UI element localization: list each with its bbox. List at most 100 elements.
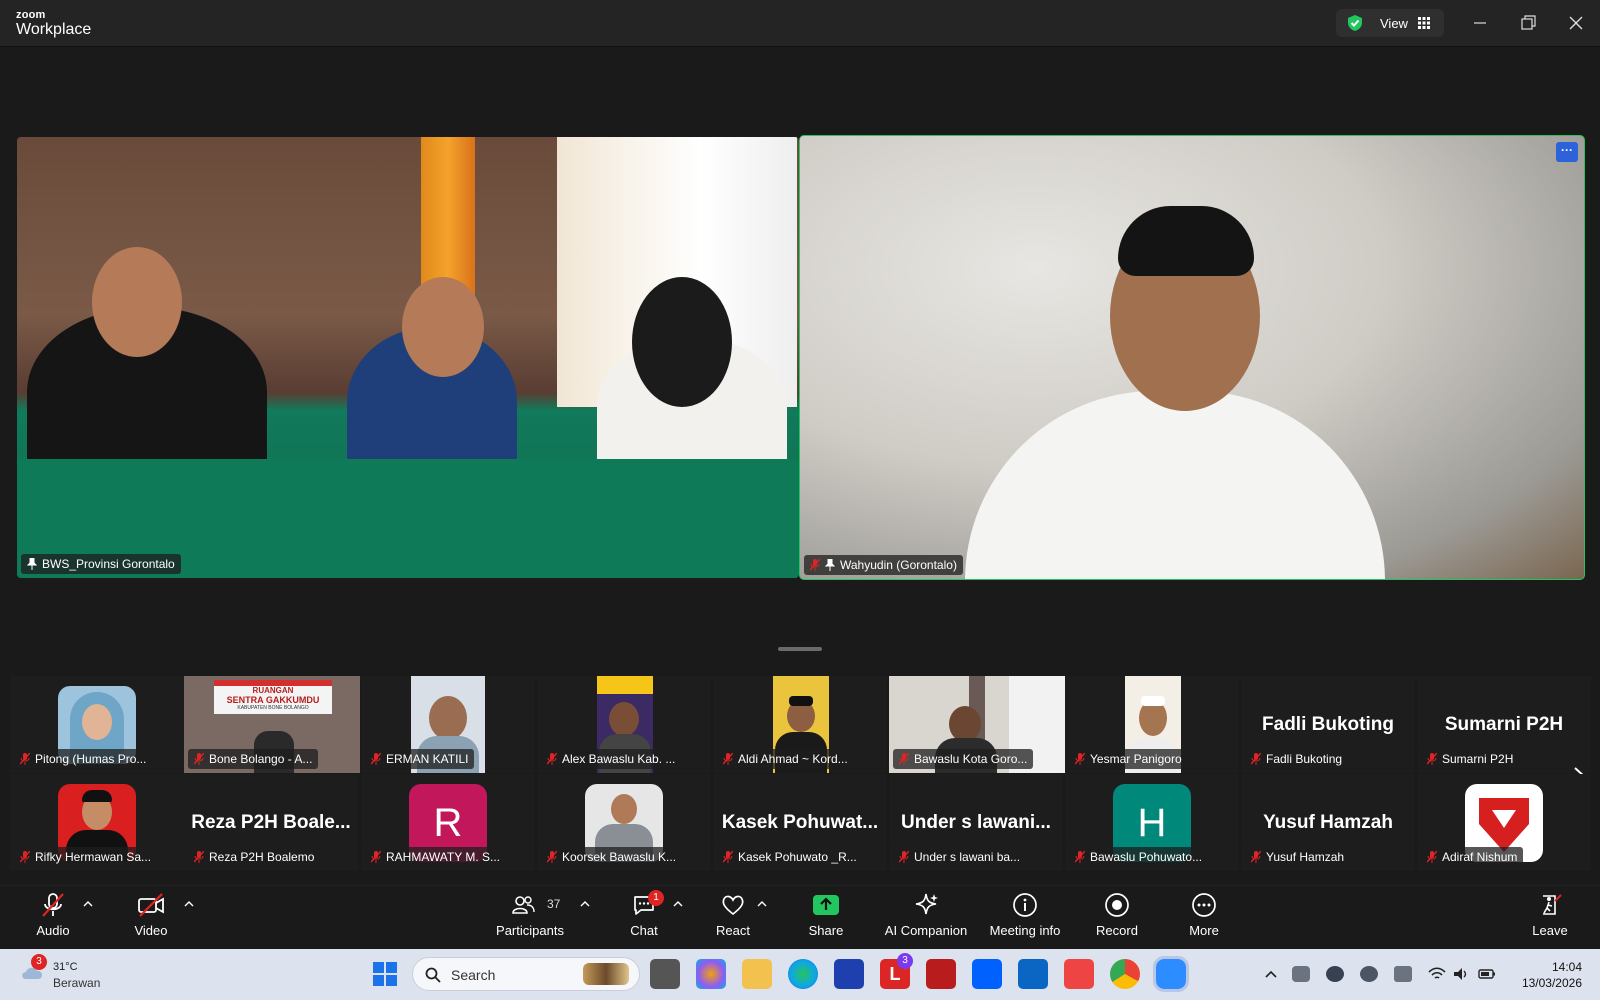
- person-right-hijab: [632, 277, 732, 407]
- participant-name: Koorsek Bawaslu K...: [562, 850, 677, 864]
- view-button[interactable]: View: [1336, 9, 1444, 37]
- participant-tile[interactable]: Yusuf Hamzah Yusuf Hamzah: [1241, 774, 1415, 871]
- audio-options-caret-icon[interactable]: [83, 900, 93, 908]
- video-tile-main-1[interactable]: BWS_Provinsi Gorontalo: [17, 137, 799, 578]
- cloud-sync-icon[interactable]: [1326, 966, 1344, 982]
- participant-tile[interactable]: Pitong (Humas Pro...: [10, 676, 184, 773]
- tile-name-label: BWS_Provinsi Gorontalo: [21, 554, 181, 574]
- system-clock[interactable]: 14:04 13/03/2026: [1506, 959, 1582, 991]
- record-button[interactable]: Record: [1072, 892, 1162, 944]
- gallery-resize-handle[interactable]: [778, 647, 822, 651]
- video-options-caret-icon[interactable]: [184, 900, 194, 908]
- leave-exit-icon: [1543, 894, 1562, 915]
- video-button[interactable]: Video: [106, 892, 196, 944]
- participant-tile[interactable]: Alex Bawaslu Kab. ...: [537, 676, 711, 773]
- participant-tile[interactable]: H Bawaslu Pohuwato...: [1065, 774, 1239, 871]
- mic-muted-icon: [20, 753, 30, 765]
- more-button[interactable]: More: [1159, 892, 1249, 944]
- minimize-icon[interactable]: [1469, 12, 1491, 34]
- taskbar-search[interactable]: Search: [412, 957, 640, 991]
- speaker-hair: [1118, 206, 1254, 276]
- share-button[interactable]: Share: [781, 892, 871, 944]
- participant-tile[interactable]: Aldi Ahmad ~ Kord...: [713, 676, 887, 773]
- participant-name: Bawaslu Kota Goro...: [914, 752, 1028, 766]
- participants-options-caret-icon[interactable]: [580, 900, 590, 908]
- pen-icon[interactable]: [1394, 966, 1412, 982]
- participants-icon: [512, 896, 535, 914]
- dropbox-icon[interactable]: [972, 959, 1002, 989]
- edge-browser-icon[interactable]: [788, 959, 818, 989]
- participant-tile[interactable]: Fadli Bukoting Fadli Bukoting: [1241, 676, 1415, 773]
- record-icon: [1105, 893, 1129, 917]
- task-view-icon[interactable]: [650, 959, 680, 989]
- participant-tile[interactable]: Under s lawani... Under s lawani ba...: [889, 774, 1063, 871]
- ai-companion-button[interactable]: AI Companion: [876, 892, 976, 944]
- participant-name-label: Reza P2H Boalemo: [188, 847, 321, 867]
- mic-muted-icon: [20, 851, 30, 863]
- participant-name: Pitong (Humas Pro...: [35, 752, 147, 766]
- copilot-icon[interactable]: [696, 959, 726, 989]
- mic-muted-icon: [899, 851, 909, 863]
- video-label: Video: [134, 923, 168, 938]
- participant-tile[interactable]: Rifky Hermawan Sa...: [10, 774, 184, 871]
- leave-button[interactable]: Leave: [1505, 892, 1595, 944]
- mic-muted-icon: [194, 851, 204, 863]
- chrome-icon[interactable]: [1110, 959, 1140, 989]
- microsoft-store-icon[interactable]: [834, 959, 864, 989]
- app-logo: zoom Workplace: [16, 9, 91, 39]
- chevron-up-icon[interactable]: [1262, 966, 1280, 982]
- wps-office-icon[interactable]: [1064, 959, 1094, 989]
- participants-count: 37: [547, 897, 561, 911]
- meeting-info-label: Meeting info: [989, 923, 1061, 938]
- participant-tile[interactable]: RUANGAN SENTRA GAKKUMDU KABUPATEN BONE B…: [184, 676, 360, 773]
- wifi-icon[interactable]: [1428, 966, 1446, 982]
- person-left-head: [92, 247, 182, 357]
- battery-icon[interactable]: [1478, 966, 1496, 982]
- participant-tile[interactable]: Kasek Pohuwat... Kasek Pohuwato _R...: [713, 774, 887, 871]
- restore-icon[interactable]: [1517, 12, 1539, 34]
- close-icon[interactable]: [1565, 12, 1587, 34]
- mic-muted-icon: [42, 893, 64, 917]
- volume-icon[interactable]: [1452, 966, 1470, 982]
- zoom-taskbar-icon[interactable]: [1153, 956, 1189, 992]
- participant-tile[interactable]: Adiraf Nishum: [1417, 774, 1591, 871]
- participant-name: Yusuf Hamzah: [1266, 850, 1345, 864]
- mic-muted-icon: [194, 753, 204, 765]
- speaker-shirt: [965, 391, 1385, 579]
- title-bar: zoom Workplace View: [0, 0, 1600, 47]
- participant-tile[interactable]: ERMAN KATILI: [361, 676, 535, 773]
- outlook-icon[interactable]: [1018, 959, 1048, 989]
- audio-label: Audio: [36, 923, 70, 938]
- refresh-icon[interactable]: [1360, 966, 1378, 982]
- participant-tile[interactable]: Yesmar Panigoro: [1065, 676, 1239, 773]
- participant-tile[interactable]: Bawaslu Kota Goro...: [889, 676, 1065, 773]
- windows-start-icon[interactable]: [370, 959, 400, 989]
- meeting-toolbar: Audio Video Participants 37 Chat 1 React…: [0, 885, 1600, 949]
- info-icon: [1013, 893, 1037, 917]
- participants-button[interactable]: Participants: [484, 892, 576, 944]
- video-tile-main-2[interactable]: ··· Wahyudin (Gorontalo): [799, 135, 1585, 580]
- banner-line2: SENTRA GAKKUMDU: [226, 695, 320, 705]
- sparkle-icon: [915, 893, 938, 915]
- windows-taskbar: 3 31°C Berawan Search L 3 14:04 13/03/20…: [0, 949, 1600, 1000]
- participant-tile[interactable]: Reza P2H Boale... Reza P2H Boalemo: [184, 774, 358, 871]
- participant-tile[interactable]: R RAHMAWATY M. S...: [361, 774, 535, 871]
- tile-more-options-button[interactable]: ···: [1556, 142, 1578, 162]
- file-explorer-icon[interactable]: [742, 959, 772, 989]
- participant-name-label: Bawaslu Pohuwato...: [1069, 847, 1209, 867]
- meeting-info-button[interactable]: Meeting info: [978, 892, 1072, 944]
- participant-name-label: Aldi Ahmad ~ Kord...: [717, 749, 854, 769]
- participant-name-label: Bone Bolango - A...: [188, 749, 319, 769]
- onedrive-icon[interactable]: [1292, 966, 1310, 982]
- mic-muted-icon: [547, 753, 557, 765]
- participant-display-name: Fadli Bukoting: [1262, 714, 1394, 735]
- participant-tile[interactable]: Sumarni P2H Sumarni P2H: [1417, 676, 1591, 773]
- brand-big-text: Workplace: [16, 21, 92, 38]
- participant-name: Bone Bolango - A...: [209, 752, 313, 766]
- chat-options-caret-icon[interactable]: [673, 900, 683, 908]
- react-options-caret-icon[interactable]: [757, 900, 767, 908]
- participant-tile[interactable]: Koorsek Bawaslu K...: [537, 774, 711, 871]
- mcafee-icon[interactable]: [926, 959, 956, 989]
- participant-name: RAHMAWATY M. S...: [386, 850, 501, 864]
- view-label: View: [1380, 16, 1408, 31]
